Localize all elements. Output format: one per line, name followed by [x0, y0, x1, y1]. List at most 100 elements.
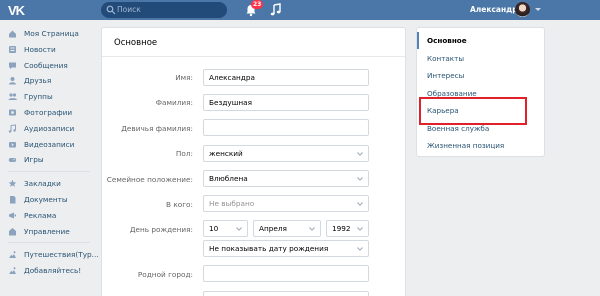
bookmarks-icon: [8, 179, 17, 188]
groups-icon: [8, 93, 17, 101]
left-menu: Моя Страница Новости Сообщения Друзья Группы…: [0, 26, 99, 279]
marital-status-label: Семейное положение:: [106, 175, 193, 184]
search-placeholder: Поиск: [117, 5, 141, 14]
manage-icon: [9, 227, 16, 236]
sidebar-item-label: Документы: [24, 194, 68, 204]
sidebar-item-label: Путешествия(Тур...: [24, 250, 99, 260]
sidebar-item[interactable]: Игры: [0, 152, 98, 168]
messages-icon: [9, 62, 16, 69]
chevron-down-icon: [357, 202, 363, 206]
section-tab[interactable]: Интересы: [417, 67, 544, 84]
section-tab[interactable]: Контакты: [417, 50, 544, 67]
chevron-down-icon: [309, 227, 315, 231]
panel-title: Основное: [114, 38, 158, 48]
music-icon[interactable]: [270, 3, 282, 17]
add-icon: [9, 267, 16, 275]
menu-divider: [8, 171, 90, 173]
documents-icon: [10, 195, 16, 204]
sidebar-item[interactable]: Видеозаписи: [0, 137, 98, 153]
section-tab-label: Контакты: [427, 53, 464, 63]
sidebar-item[interactable]: Закладки: [0, 176, 98, 192]
maiden-name-field[interactable]: [203, 119, 369, 136]
sidebar-item-label: Управление: [24, 226, 70, 236]
birth-day-value: 10: [209, 224, 219, 233]
sidebar-item-label: Аудиозаписи: [24, 123, 75, 133]
highlight-box: [419, 97, 527, 125]
gender-select[interactable]: женский: [203, 145, 369, 162]
marital-status-select[interactable]: Влюблена: [203, 170, 369, 187]
hometown-label: Родной город:: [137, 270, 193, 279]
sidebar-item-label: Фотографии: [24, 107, 73, 117]
sidebar-item[interactable]: Фотографии: [0, 105, 98, 121]
section-tab-label: Интересы: [427, 71, 465, 80]
divider: [102, 56, 405, 57]
sidebar-item[interactable]: Новости: [0, 42, 98, 58]
maiden-name-label: Девичья фамилия:: [121, 124, 193, 133]
settings-sections-menu: Основное Контакты Интересы Образование Карье…: [416, 27, 545, 157]
sidebar-item-label: Друзья: [24, 76, 52, 86]
sidebar-item[interactable]: Моя Страница: [0, 26, 98, 42]
section-tab-label: Жизненная позиция: [427, 141, 505, 150]
birth-year-value: 1992: [332, 224, 351, 233]
gender-label: Пол:: [175, 149, 193, 158]
settings-panel: Основное Имя: Александра Фамилия: Бездуш…: [101, 27, 406, 296]
active-indicator: [417, 32, 419, 49]
name-label: Имя:: [175, 73, 193, 82]
language-field[interactable]: [203, 291, 369, 296]
section-tab[interactable]: Основное: [417, 32, 544, 49]
sidebar-item[interactable]: Аудиозаписи: [0, 121, 98, 137]
hometown-field[interactable]: [203, 265, 369, 282]
sidebar-item-label: Игры: [24, 155, 44, 165]
menu-divider: [8, 242, 90, 244]
vk-logo[interactable]: VK: [8, 3, 25, 18]
sidebar-item-label: Добавляйтесь!: [24, 266, 82, 276]
partner-label: В кого:: [166, 200, 193, 209]
sidebar-item-label: Моя Страница: [24, 29, 79, 38]
notifications-badge: 23: [251, 0, 264, 9]
home-icon: [9, 30, 16, 38]
avatar[interactable]: [515, 2, 530, 17]
search-input[interactable]: Поиск: [101, 2, 227, 18]
partner-value: Не выбрано: [209, 199, 255, 208]
sidebar-item[interactable]: Добавляйтесь!: [0, 263, 98, 279]
birth-day-select[interactable]: 10: [203, 220, 248, 237]
sidebar-item[interactable]: Документы: [0, 192, 98, 208]
sidebar-item[interactable]: Группы: [0, 89, 98, 105]
chevron-down-icon: [357, 227, 363, 231]
sidebar-item-label: Закладки: [24, 179, 61, 189]
news-icon: [9, 45, 16, 53]
surname-label: Фамилия:: [155, 98, 193, 107]
sidebar-item[interactable]: Друзья: [0, 73, 98, 89]
search-icon: [106, 5, 116, 15]
chevron-down-icon: [236, 227, 242, 231]
chevron-down-icon[interactable]: [535, 8, 541, 11]
section-tab-label: Основное: [427, 36, 467, 45]
games-icon: [8, 158, 17, 163]
partner-select[interactable]: Не выбрано: [203, 195, 369, 212]
sidebar-item-label: Сообщения: [24, 60, 68, 70]
sidebar-item[interactable]: Управление: [0, 224, 98, 240]
audio-icon: [8, 124, 16, 133]
birthday-visibility-value: Не показывать дату рождения: [209, 244, 329, 253]
photos-icon: [9, 109, 16, 116]
top-header: VK Поиск 23 Александра: [0, 0, 600, 20]
chevron-down-icon: [357, 177, 363, 181]
surname-field[interactable]: Бездушная: [203, 94, 369, 111]
sidebar-item[interactable]: Путешествия(Тур...: [0, 247, 99, 263]
gender-value: женский: [209, 149, 243, 158]
travel-icon: [9, 251, 16, 259]
sidebar-item[interactable]: Реклама: [0, 208, 98, 224]
birth-month-select[interactable]: Апреля: [253, 220, 321, 237]
name-field[interactable]: Александра: [203, 69, 369, 86]
birth-month-value: Апреля: [259, 224, 287, 233]
chevron-down-icon: [357, 152, 363, 156]
ads-icon: [9, 212, 16, 219]
sidebar-item[interactable]: Сообщения: [0, 58, 98, 74]
section-tab[interactable]: Жизненная позиция: [417, 137, 544, 154]
sidebar-item-label: Группы: [24, 92, 53, 102]
birth-year-select[interactable]: 1992: [326, 220, 369, 237]
video-icon: [9, 141, 16, 148]
marital-status-value: Влюблена: [209, 174, 248, 183]
birthday-label: День рождения:: [129, 225, 193, 234]
birthday-visibility-select[interactable]: Не показывать дату рождения: [203, 240, 369, 257]
